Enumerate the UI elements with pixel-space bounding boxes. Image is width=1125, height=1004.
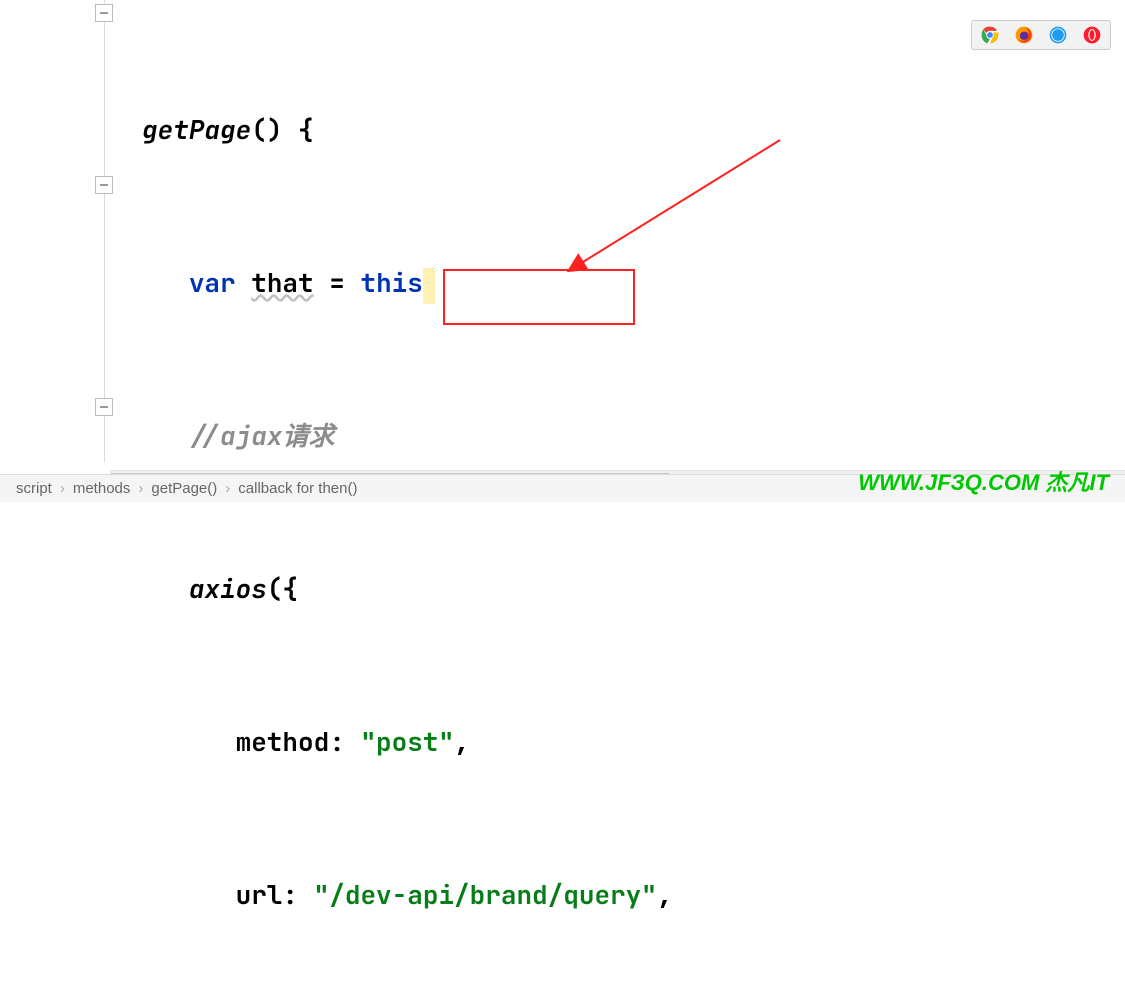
breadcrumb-item[interactable]: methods bbox=[73, 480, 131, 497]
firefox-icon[interactable] bbox=[1014, 25, 1034, 45]
chevron-right-icon: › bbox=[60, 480, 65, 497]
code-line[interactable]: method: "post", bbox=[110, 716, 1125, 767]
opera-icon[interactable] bbox=[1082, 25, 1102, 45]
safari-icon[interactable] bbox=[1048, 25, 1068, 45]
code-line[interactable]: getPage() { bbox=[110, 104, 1125, 155]
watermark: WWW.JFЗQ.COM 杰凡IT bbox=[858, 465, 1109, 497]
browser-toolbar bbox=[971, 20, 1111, 50]
code-editor[interactable]: getPage() { var that = this //ajax请求 axi… bbox=[0, 0, 1125, 462]
code-line[interactable]: url: "/dev-api/brand/query", bbox=[110, 869, 1125, 920]
gutter bbox=[0, 0, 110, 462]
code-area[interactable]: getPage() { var that = this //ajax请求 axi… bbox=[110, 0, 1125, 462]
code-line[interactable]: axios({ bbox=[110, 563, 1125, 614]
chrome-icon[interactable] bbox=[980, 25, 1000, 45]
caret bbox=[423, 268, 435, 304]
breadcrumb-item[interactable]: getPage() bbox=[151, 480, 217, 497]
code-line[interactable]: var that = this bbox=[110, 257, 1125, 308]
chevron-right-icon: › bbox=[138, 480, 143, 497]
breadcrumb-item[interactable]: script bbox=[16, 480, 52, 497]
chevron-right-icon: › bbox=[225, 480, 230, 497]
breadcrumb-item[interactable]: callback for then() bbox=[238, 480, 357, 497]
code-line[interactable]: //ajax请求 bbox=[110, 410, 1125, 461]
